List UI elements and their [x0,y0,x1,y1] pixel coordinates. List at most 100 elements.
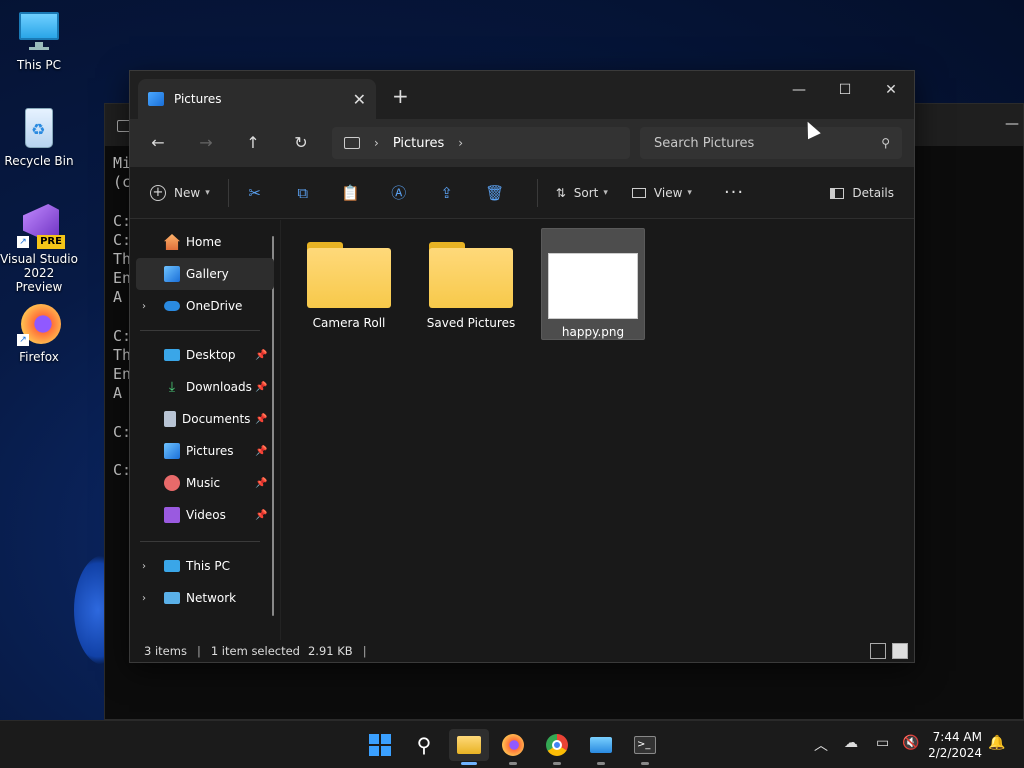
status-bar: 3 items | 1 item selected 2.91 KB | [130,640,914,662]
chevron-right-icon[interactable]: › [458,136,463,150]
sidebar-item-label: Network [186,591,237,605]
view-button-label: View [653,185,683,200]
folder-icon [429,242,513,308]
taskbar-terminal[interactable]: >_ [629,729,661,765]
folder-icon [307,242,391,308]
pin-icon[interactable]: 📌 [255,414,267,425]
terminal-icon: >_ [634,736,656,754]
tiles-view-icon[interactable] [892,643,908,659]
taskbar-chrome[interactable] [541,729,573,765]
notification-bell-icon[interactable]: 🔔 [988,735,1005,751]
image-thumbnail [548,253,638,319]
cut-icon[interactable]: ✂ [239,176,271,210]
sidebar-item-pictures[interactable]: Pictures 📌 [130,435,280,467]
clock-time: 7:44 AM [932,730,982,744]
search-box[interactable]: ⚲ [640,127,902,159]
sidebar-item-onedrive[interactable]: › OneDrive [130,290,280,322]
start-button[interactable] [364,729,396,761]
sidebar-item-videos[interactable]: Videos 📌 [130,499,280,531]
close-tab-icon[interactable]: ✕ [353,90,366,109]
cloud-offline-icon[interactable]: ☁ [844,735,858,751]
folder-item[interactable]: Saved Pictures [419,228,523,340]
minimize-button[interactable]: — [784,77,814,103]
sidebar-item-this-pc[interactable]: › This PC [130,550,280,582]
sidebar-item-home[interactable]: Home [130,226,280,258]
sidebar-item-desktop[interactable]: Desktop 📌 [130,339,280,371]
file-list[interactable]: Camera Roll Saved Pictures happy.png [280,220,914,640]
copy-icon[interactable]: ⧉ [287,176,319,210]
details-view-icon[interactable] [870,643,886,659]
sidebar-item-label: Desktop [186,348,236,362]
sidebar-item-label: Pictures [186,444,234,458]
sidebar-item-label: Gallery [186,267,229,281]
share-icon[interactable]: ⇪ [431,176,463,210]
view-icon [631,187,646,198]
tab-pictures[interactable]: Pictures ✕ [138,79,376,119]
chevron-down-icon: ▾ [603,187,608,198]
pin-icon[interactable]: 📌 [255,478,267,489]
pin-icon[interactable]: 📌 [255,350,267,361]
desktop-icon-visual-studio[interactable]: PRE ↗ Visual Studio 2022 Preview [0,204,78,294]
search-icon: ⚲ [416,733,432,757]
new-tab-button[interactable]: + [392,84,409,108]
clock[interactable]: 7:44 AM 2/2/2024 [928,729,982,761]
rename-icon[interactable]: Ⓐ [383,176,415,210]
image-file-item[interactable]: happy.png [541,228,645,340]
taskbar-remote-desktop[interactable] [585,729,617,765]
pin-icon[interactable]: 📌 [255,382,267,393]
sidebar-item-documents[interactable]: Documents 📌 [130,403,280,435]
search-button[interactable]: ⚲ [408,729,440,761]
folder-item[interactable]: Camera Roll [297,228,401,340]
delete-icon[interactable]: 🗑 [479,176,511,210]
maximize-button[interactable]: ☐ [830,77,860,103]
file-explorer-window[interactable]: Pictures ✕ + — ☐ ✕ ← → ↑ ↻ › Pictures › … [129,70,915,663]
minimize-icon[interactable]: — [1005,116,1019,132]
sidebar-item-network[interactable]: › Network [130,582,280,614]
desktop-icon-this-pc[interactable]: This PC [0,10,78,72]
search-icon[interactable]: ⚲ [881,136,890,150]
gallery-icon [164,266,180,282]
recycle-bin-icon: ♻ [17,106,61,150]
up-button[interactable]: ↑ [243,133,263,152]
address-bar[interactable]: › Pictures › [332,127,630,159]
more-options-button[interactable]: ··· [716,176,752,210]
new-button[interactable]: + New ▾ [142,176,218,210]
sidebar-item-label: Home [186,235,222,249]
explorer-titlebar[interactable]: Pictures ✕ + — ☐ ✕ [130,71,914,119]
divider: | [196,644,201,658]
view-button[interactable]: View ▾ [624,176,700,210]
sidebar-item-downloads[interactable]: ⤓ Downloads 📌 [130,371,280,403]
network-icon[interactable]: ▭ [876,735,889,751]
chevron-right-icon[interactable]: › [374,136,379,150]
video-icon [164,507,180,523]
taskbar-firefox[interactable] [497,729,529,765]
sidebar-item-gallery[interactable]: Gallery [136,258,274,290]
sidebar-item-music[interactable]: Music 📌 [130,467,280,499]
command-bar: + New ▾ ✂ ⧉ 📋 Ⓐ ⇪ 🗑 ⇅ Sort ▾ View ▾ ··· … [130,167,914,219]
plus-circle-icon: + [150,184,166,201]
paste-icon[interactable]: 📋 [335,176,367,210]
sort-button[interactable]: ⇅ Sort ▾ [548,176,616,210]
details-button[interactable]: Details [822,176,902,210]
refresh-button[interactable]: ↻ [291,133,311,152]
back-button[interactable]: ← [148,133,168,152]
desktop-icon-label: This PC [17,58,61,72]
sidebar-item-label: OneDrive [186,299,243,313]
forward-button[interactable]: → [196,133,216,152]
sidebar-item-label: Music [186,476,221,490]
breadcrumb[interactable]: Pictures [393,136,444,151]
show-hidden-icons-button[interactable]: ︿ [814,735,828,755]
desktop-icon-recycle-bin[interactable]: ♻ Recycle Bin [0,106,78,168]
chevron-right-icon[interactable]: › [142,301,146,312]
desktop-icon-firefox[interactable]: ↗ Firefox [0,302,78,364]
chevron-right-icon[interactable]: › [142,593,146,604]
search-input[interactable] [654,135,882,151]
taskbar-file-explorer[interactable] [449,729,489,765]
volume-muted-icon[interactable]: 🔇 [902,735,919,751]
pin-icon[interactable]: 📌 [255,446,267,457]
pin-icon[interactable]: 📌 [255,510,267,521]
item-name: happy.png [561,325,625,339]
close-button[interactable]: ✕ [876,77,906,103]
details-pane-icon [830,187,845,199]
chevron-right-icon[interactable]: › [142,561,146,572]
